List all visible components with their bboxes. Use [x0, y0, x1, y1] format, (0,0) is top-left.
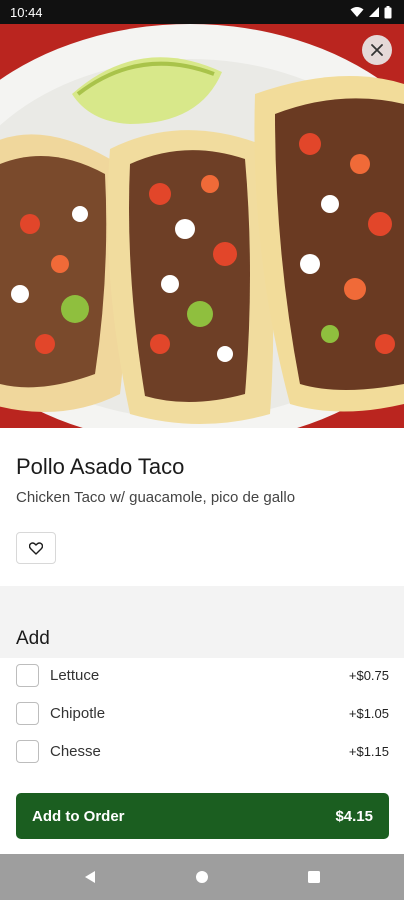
recents-button[interactable] [302, 865, 326, 889]
option-lettuce[interactable]: Lettuce +$0.75 [0, 658, 404, 696]
item-title: Pollo Asado Taco [16, 454, 185, 479]
tacos-photo [0, 24, 404, 428]
item-description: Chicken Taco w/ guacamole, pico de gallo [16, 489, 296, 506]
close-button[interactable] [362, 35, 392, 65]
order-bar: Add to Order $4.15 [0, 778, 404, 854]
back-icon [85, 871, 95, 883]
add-ons-list: Lettuce +$0.75 Chipotle +$1.05 Chesse +$… [0, 658, 404, 778]
option-chesse[interactable]: Chesse +$1.15 [0, 734, 404, 772]
option-label: Chipotle [50, 705, 106, 722]
option-checkbox[interactable] [16, 702, 39, 725]
order-total: $4.15 [335, 807, 373, 825]
status-time: 10:44 [10, 4, 43, 20]
heart-outline-icon [29, 541, 43, 555]
favorite-button[interactable] [16, 532, 56, 564]
option-price: +$1.05 [348, 706, 389, 721]
add-ons-heading: Add [16, 628, 50, 649]
status-icons [350, 5, 392, 19]
system-nav-bar [0, 854, 404, 900]
home-button[interactable] [190, 865, 214, 889]
add-to-order-label: Add to Order [32, 807, 125, 825]
signal-icon [369, 7, 379, 17]
item-details: Pollo Asado Taco Chicken Taco w/ guacamo… [0, 428, 404, 586]
recents-icon [308, 871, 320, 883]
option-price: +$1.15 [348, 744, 389, 759]
add-to-order-button[interactable]: Add to Order $4.15 [16, 793, 389, 839]
option-price: +$0.75 [348, 668, 389, 683]
option-chipotle[interactable]: Chipotle +$1.05 [0, 696, 404, 734]
wifi-icon [350, 7, 364, 17]
close-icon [371, 44, 383, 56]
home-icon [196, 871, 208, 883]
option-checkbox[interactable] [16, 664, 39, 687]
status-bar: 10:44 [0, 0, 404, 24]
back-button[interactable] [78, 865, 102, 889]
option-checkbox[interactable] [16, 740, 39, 763]
battery-icon [384, 5, 392, 18]
item-photo [0, 24, 404, 428]
option-label: Lettuce [50, 667, 100, 684]
option-label: Chesse [50, 743, 101, 760]
